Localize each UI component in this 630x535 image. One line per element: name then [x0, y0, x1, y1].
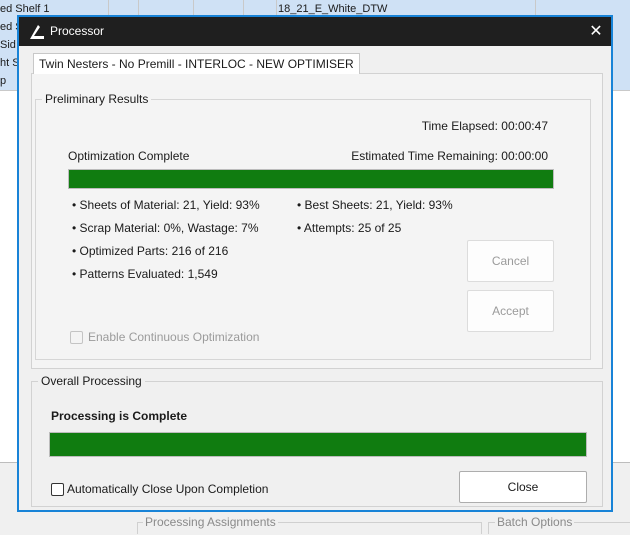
group-border	[137, 522, 138, 534]
group-border	[488, 522, 489, 534]
close-button[interactable]: Close	[459, 471, 587, 503]
tab-panel: Preliminary Results Time Elapsed: 00:00:…	[31, 73, 603, 369]
enable-continuous-optimization-checkbox[interactable]	[70, 331, 83, 344]
optimization-status: Optimization Complete	[68, 149, 190, 163]
close-icon[interactable]: ✕	[581, 17, 611, 46]
tab-twin-nesters[interactable]: Twin Nesters - No Premill - INTERLOC - N…	[33, 53, 360, 74]
overall-processing-legend: Overall Processing	[38, 374, 145, 388]
time-elapsed: Time Elapsed: 00:00:47	[421, 119, 548, 133]
attempts-stat: • Attempts: 25 of 25	[297, 221, 402, 235]
estimated-time-remaining: Estimated Time Remaining: 00:00:00	[351, 149, 548, 163]
overall-processing-group: Overall Processing Processing is Complet…	[31, 374, 603, 507]
processor-dialog: Processor ✕ Twin Nesters - No Premill - …	[17, 15, 613, 512]
batch-options-label: Batch Options	[495, 515, 575, 529]
auto-close-label: Automatically Close Upon Completion	[67, 482, 269, 496]
optimization-progress-bar	[68, 169, 554, 189]
overall-progress-bar	[49, 432, 587, 457]
auto-close-checkbox[interactable]	[51, 483, 64, 496]
processing-assignments-label: Processing Assignments	[143, 515, 278, 529]
group-border	[481, 522, 482, 534]
sheets-of-material-stat: • Sheets of Material: 21, Yield: 93%	[72, 198, 260, 212]
preliminary-results-group: Preliminary Results Time Elapsed: 00:00:…	[35, 92, 591, 360]
preliminary-results-legend: Preliminary Results	[42, 92, 152, 106]
scrap-material-stat: • Scrap Material: 0%, Wastage: 7%	[72, 221, 259, 235]
optimized-parts-stat: • Optimized Parts: 216 of 216	[72, 244, 229, 258]
app-logo-icon	[30, 25, 44, 39]
title-bar[interactable]: Processor ✕	[19, 17, 611, 46]
dialog-title: Processor	[50, 24, 105, 38]
enable-continuous-optimization-label: Enable Continuous Optimization	[88, 330, 260, 344]
overall-progress-fill	[50, 433, 586, 456]
accept-button[interactable]: Accept	[467, 290, 554, 332]
best-sheets-stat: • Best Sheets: 21, Yield: 93%	[297, 198, 453, 212]
processing-status: Processing is Complete	[51, 409, 188, 423]
patterns-evaluated-stat: • Patterns Evaluated: 1,549	[72, 267, 218, 281]
cancel-button[interactable]: Cancel	[467, 240, 554, 282]
optimization-progress-fill	[69, 170, 553, 188]
